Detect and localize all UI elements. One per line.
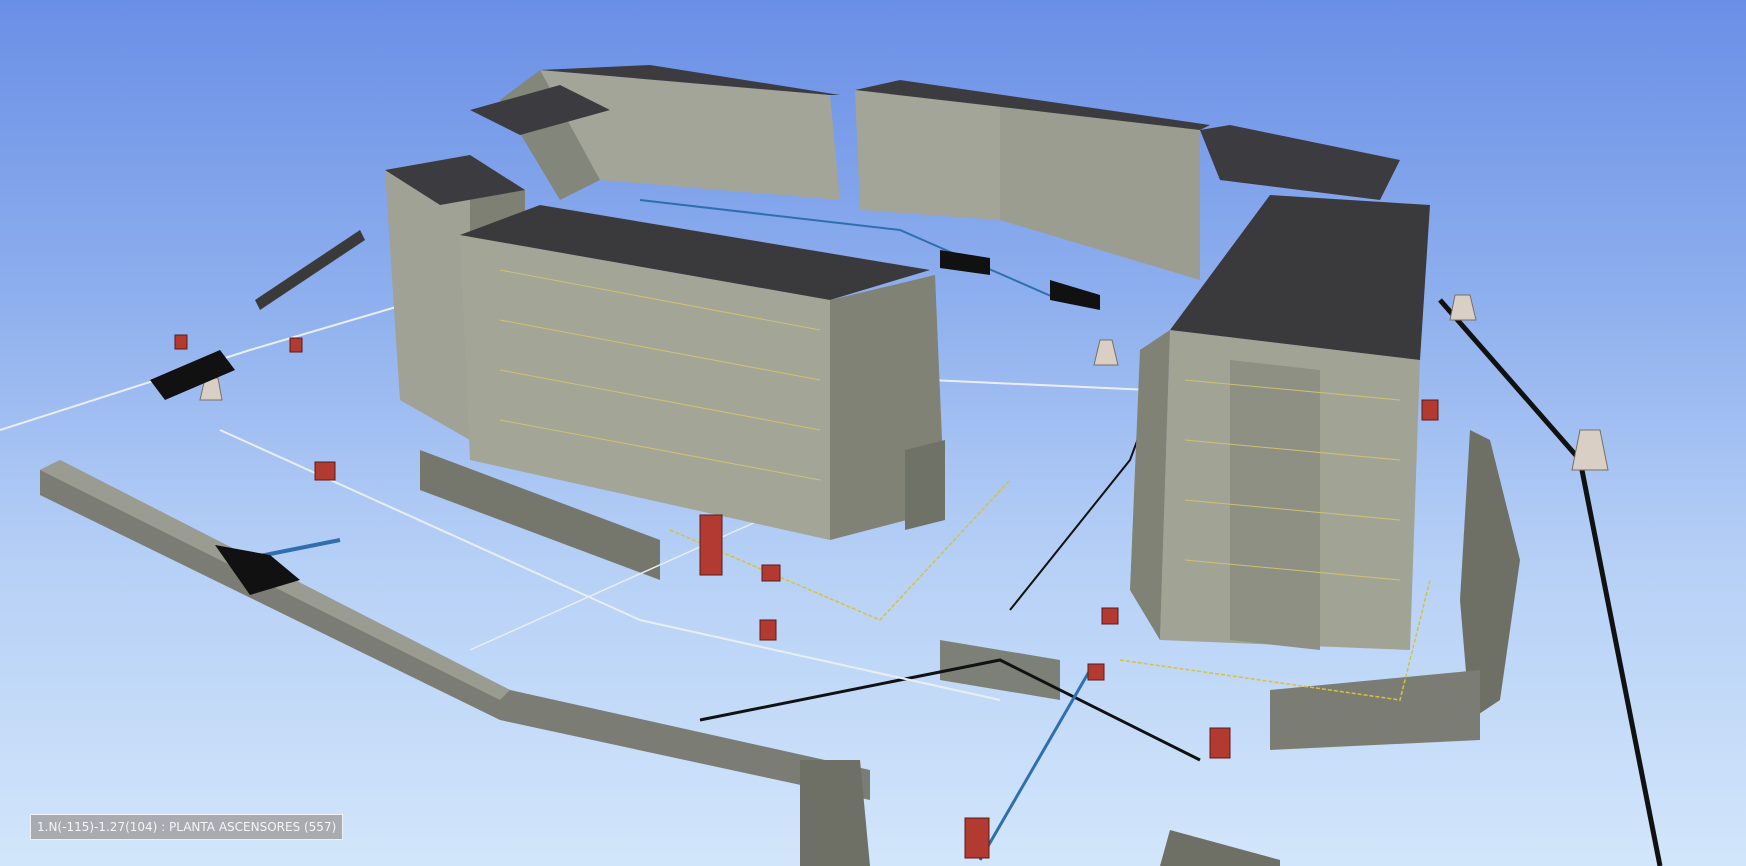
bottom-right-wall <box>1160 830 1280 866</box>
bim-scene[interactable] <box>0 0 1746 866</box>
lower-right-wall <box>1270 670 1480 750</box>
white-pipe-4 <box>929 379 1151 391</box>
building-front <box>460 205 945 540</box>
status-label: 1.N(-115)-1.27(104) : PLANTA ASCENSORES … <box>30 814 344 840</box>
left-tilted-wall <box>255 230 365 310</box>
3d-model-viewport[interactable]: 1.N(-115)-1.27(104) : PLANTA ASCENSORES … <box>0 0 1746 866</box>
bottom-center-wall <box>800 760 870 866</box>
building-back-left <box>470 65 840 200</box>
